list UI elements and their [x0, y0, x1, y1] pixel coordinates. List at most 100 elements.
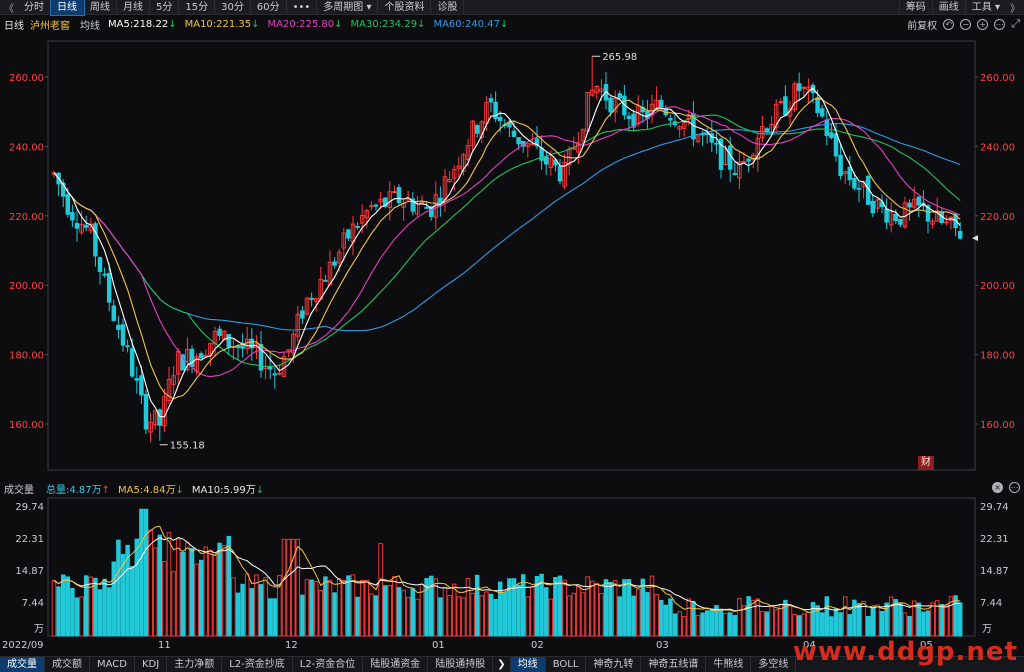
candle-body	[198, 353, 204, 359]
volume-bar	[97, 589, 103, 637]
period-tab[interactable]: 日线	[50, 0, 85, 16]
adjust-button[interactable]: 前复权	[907, 17, 937, 32]
expand-icon[interactable]: ⤢	[1011, 17, 1020, 31]
volume-bar	[226, 535, 232, 637]
candle-body	[833, 133, 839, 157]
ma-value: MA10:221.35↓	[184, 18, 260, 30]
volume-bar	[134, 538, 140, 637]
indicator-tab[interactable]: BOLL	[546, 657, 587, 672]
volume-bar	[185, 542, 190, 637]
period-tab[interactable]: 周线	[84, 0, 117, 15]
candle-body	[74, 223, 80, 229]
indicator-tab[interactable]: 陆股通资金	[363, 657, 429, 672]
volume-bar	[382, 585, 388, 637]
volume-bar	[957, 602, 963, 637]
volume-bar	[79, 596, 84, 637]
ma-value: MA60:240.47↓	[433, 18, 509, 30]
volume-bar	[157, 534, 163, 637]
undo-icon[interactable]: ↶	[943, 18, 955, 30]
price-chart[interactable]: 260.00 260.00 240.00 240.00 220.00 220.00 200.…	[0, 33, 1024, 479]
tabs-scroll-icon[interactable]: ❯	[493, 657, 511, 672]
period-tab[interactable]: 个股资料	[378, 0, 432, 15]
period-tab[interactable]: 多周期图 ▾	[317, 0, 379, 15]
zoom-in-icon[interactable]: +	[977, 18, 989, 30]
candle-body	[116, 324, 121, 330]
volume-ma5: MA5:4.84万↓	[118, 484, 184, 496]
indicator-tab[interactable]: L2-资金合位	[293, 657, 364, 672]
candle-body	[916, 196, 922, 206]
volume-bar	[300, 594, 305, 637]
period-tab[interactable]: 诊股	[431, 0, 465, 15]
indicator-tab[interactable]: 神奇九转	[586, 657, 642, 672]
indicator-tab[interactable]: 牛熊线	[706, 657, 752, 672]
candle-body	[102, 273, 107, 276]
period-tab[interactable]: 分时	[18, 0, 51, 15]
volume-bar	[603, 579, 609, 637]
period-tab[interactable]: 30分	[215, 0, 251, 15]
period-tab[interactable]: •••	[287, 0, 318, 15]
volume-bar	[898, 602, 903, 637]
indicator-tab[interactable]: 成交额	[45, 657, 90, 672]
indicator-tab[interactable]: MACD	[90, 657, 135, 672]
volume-bar	[571, 592, 577, 637]
date-tick: 02	[531, 640, 544, 651]
volume-bar	[870, 607, 876, 637]
chips-button[interactable]: 筹码	[898, 0, 932, 15]
candle-body	[106, 272, 112, 303]
volume-bar	[267, 598, 273, 637]
finance-badge[interactable]: 财	[918, 456, 934, 470]
candle-body	[819, 108, 825, 117]
period-tab[interactable]: 15分	[179, 0, 216, 15]
volume-bar	[709, 609, 715, 637]
volume-bar	[401, 589, 406, 637]
volume-bar	[939, 604, 945, 637]
volume-bar	[672, 613, 678, 637]
period-tab[interactable]: 5分	[150, 0, 180, 15]
settings-icon[interactable]: ⋯	[994, 18, 1006, 30]
settings-icon[interactable]: ⋯	[1009, 482, 1020, 493]
price-tick-right: 220.00	[980, 212, 1015, 223]
volume-bar	[373, 595, 379, 637]
period-tab[interactable]: 60分	[251, 0, 287, 15]
volume-bar	[111, 561, 117, 637]
volume-bar	[704, 610, 710, 637]
close-icon[interactable]: ×	[992, 482, 1003, 493]
ma-values: MA5:218.22↓ MA10:221.35↓ MA20:225.80↓ MA30:…	[100, 19, 508, 30]
price-tick-left: 200.00	[9, 281, 44, 292]
volume-bar	[175, 538, 181, 637]
candle-body	[143, 393, 149, 430]
volume-bar	[327, 579, 333, 637]
volume-bar	[143, 508, 149, 637]
volume-bar	[88, 576, 94, 637]
draw-line-button[interactable]: 画线	[931, 0, 965, 15]
indicator-tab[interactable]: 主力净额	[167, 657, 223, 672]
indicator-info-bar: 日线 泸州老窖 均线 MA5:218.22↓ MA10:221.35↓ MA20:2…	[0, 16, 1024, 32]
volume-bar	[566, 595, 572, 637]
volume-bar	[359, 579, 365, 637]
ma-label[interactable]: 均线	[80, 17, 100, 32]
indicator-tab[interactable]: 均线	[510, 657, 546, 672]
volume-total: 总量:4.87万↑	[46, 484, 111, 496]
indicator-tab[interactable]: 神奇五线谱	[641, 657, 707, 672]
candle-body	[746, 158, 751, 162]
volume-bar	[576, 585, 581, 637]
indicator-tab[interactable]: 陆股通持股	[428, 657, 494, 672]
candle-body	[70, 212, 75, 221]
volume-chart[interactable]: 29.74 29.74 22.31 22.31 14.87 14.87 7.44 7.44 万 万	[0, 496, 1024, 639]
volume-bar	[451, 583, 457, 637]
indicator-tab[interactable]: L2-资金抄底	[222, 657, 293, 672]
ma30-line	[53, 114, 961, 368]
period-tab[interactable]: 月线	[117, 0, 150, 15]
volume-bar	[723, 612, 728, 637]
back-nav-icon[interactable]: 《	[0, 0, 18, 15]
candle-body	[511, 130, 517, 137]
indicator-tab[interactable]: 成交量	[0, 657, 45, 672]
zoom-out-icon[interactable]: −	[960, 18, 972, 30]
tools-menu-button[interactable]: 工具 ▾	[964, 0, 1006, 15]
volume-bar	[617, 596, 623, 637]
volume-bar	[847, 614, 853, 637]
indicator-tab[interactable]: 多空线	[751, 657, 797, 672]
indicator-tab[interactable]: KDJ	[135, 657, 168, 672]
forward-nav-icon[interactable]: 》	[1006, 0, 1024, 15]
period-label: 日线	[4, 20, 24, 32]
